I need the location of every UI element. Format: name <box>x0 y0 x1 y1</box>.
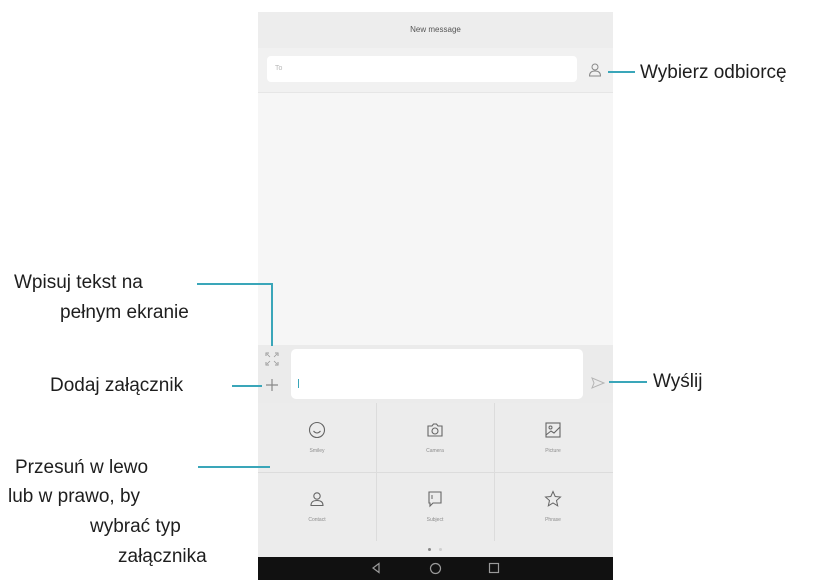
star-icon <box>544 490 562 507</box>
title-bar: New message <box>258 12 613 48</box>
attachment-phrase[interactable]: Phrase <box>494 472 612 541</box>
callout-swipe-line2: lub w prawo, by <box>8 486 141 507</box>
back-icon[interactable] <box>370 562 382 574</box>
callout-swipe-line1: Przesuń w lewo <box>15 457 149 478</box>
camera-icon <box>427 423 443 437</box>
attachment-label: Subject <box>426 517 444 523</box>
contact-picker-icon[interactable] <box>586 61 604 79</box>
attachment-label: Smiley <box>309 448 325 454</box>
page-dot-active <box>428 548 431 551</box>
page-title: New message <box>410 25 461 34</box>
message-input[interactable] <box>291 349 583 399</box>
attachment-label: Phrase <box>545 517 561 523</box>
home-icon[interactable] <box>429 562 442 575</box>
leader-line-fullscreen <box>197 283 273 285</box>
send-icon[interactable] <box>590 375 606 391</box>
recipient-row: To <box>258 48 613 93</box>
text-cursor <box>298 379 299 388</box>
attachment-label: Camera <box>426 448 444 454</box>
attachment-subject[interactable]: Subject <box>376 472 494 541</box>
attachment-panel: Smiley Camera Picture Contact Subject Ph… <box>258 403 613 541</box>
leader-line-fullscreen-vertical <box>271 283 273 346</box>
page-indicator <box>258 541 613 557</box>
callout-fullscreen-line2: pełnym ekranie <box>60 302 189 323</box>
callout-swipe-line4: załącznika <box>118 546 207 567</box>
fullscreen-icon[interactable] <box>265 352 279 366</box>
attachment-label: Picture <box>545 448 561 454</box>
leader-line-swipe <box>198 466 270 468</box>
attachment-contact[interactable]: Contact <box>258 472 376 541</box>
leader-line-recipient <box>608 71 635 73</box>
callout-recipient: Wybierz odbiorcę <box>640 62 787 83</box>
conversation-area <box>258 93 613 345</box>
compose-bar <box>258 345 613 403</box>
subject-icon <box>428 491 442 508</box>
callout-fullscreen-line1: Wpisuj tekst na <box>14 272 143 293</box>
recipient-input[interactable]: To <box>267 56 577 82</box>
add-attachment-icon[interactable] <box>264 377 280 393</box>
attachment-picture[interactable]: Picture <box>494 403 612 472</box>
phone-screen: New message To Smiley Camera Picture Con… <box>258 12 613 580</box>
contact-icon <box>310 492 324 507</box>
recipient-placeholder: To <box>275 65 283 72</box>
leader-line-send <box>609 381 647 383</box>
attachment-smiley[interactable]: Smiley <box>258 403 376 472</box>
leader-line-attach <box>232 385 262 387</box>
grid-divider <box>258 472 613 473</box>
attachment-camera[interactable]: Camera <box>376 403 494 472</box>
navigation-bar <box>258 557 613 580</box>
picture-icon <box>545 422 561 438</box>
attachment-label: Contact <box>308 517 326 523</box>
recents-icon[interactable] <box>488 562 500 574</box>
callout-attach: Dodaj załącznik <box>50 375 184 396</box>
page-dot <box>439 548 442 551</box>
callout-swipe-line3: wybrać typ <box>90 516 181 537</box>
callout-send: Wyślij <box>653 371 703 392</box>
smiley-icon <box>308 421 326 439</box>
